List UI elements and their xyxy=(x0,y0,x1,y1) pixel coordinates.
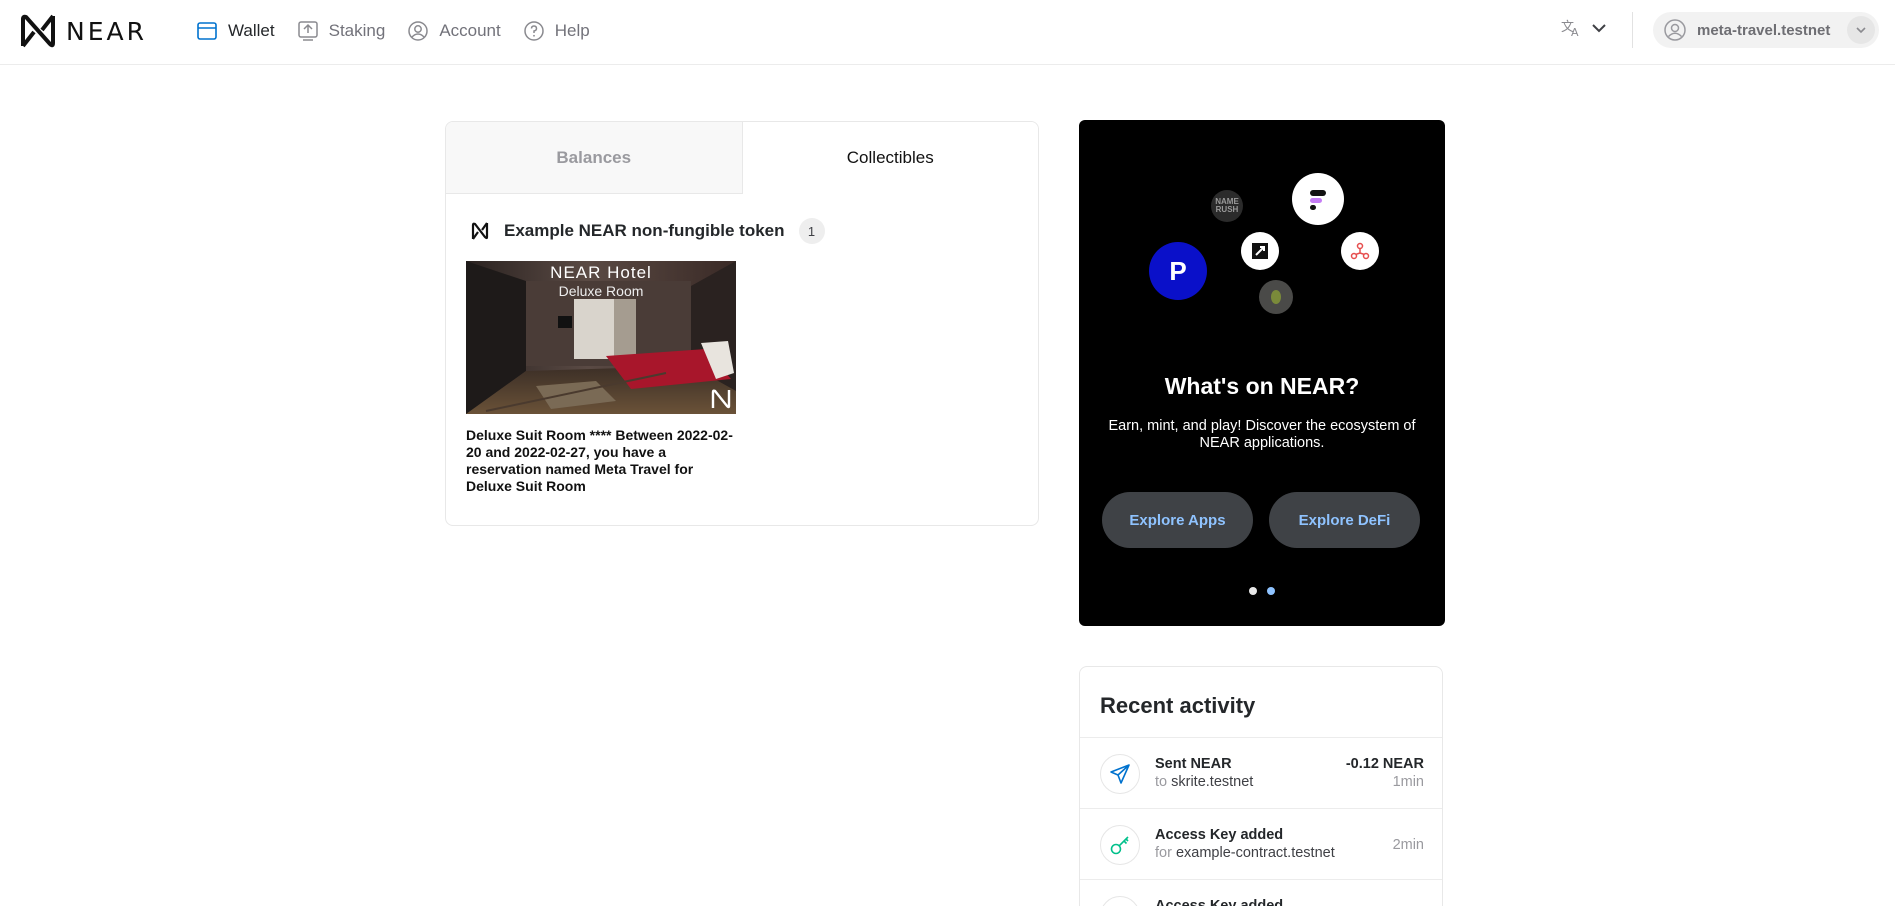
near-logo-mark-icon xyxy=(21,14,55,48)
nav-divider xyxy=(1632,12,1633,48)
carousel-dots xyxy=(1249,587,1275,595)
nav-staking[interactable]: Staking xyxy=(297,18,386,44)
near-logo[interactable]: NEAR xyxy=(20,14,147,48)
activity-row[interactable]: Sent NEAR to skrite.testnet -0.12 NEAR 1… xyxy=(1080,737,1442,808)
avatar-icon xyxy=(1664,19,1686,41)
brand-name: NEAR xyxy=(66,16,147,46)
collection-count-badge: 1 xyxy=(798,218,825,244)
collection-header[interactable]: Example NEAR non-fungible token 1 xyxy=(470,218,825,244)
app-bubble-bird-icon: NAME RUSH xyxy=(1211,190,1243,222)
account-dropdown-toggle[interactable] xyxy=(1847,16,1875,44)
svg-text:A: A xyxy=(1571,26,1579,38)
wallet-card: Balances Collectibles Example NEAR non-f… xyxy=(445,121,1039,526)
explore-apps-button[interactable]: Explore Apps xyxy=(1102,492,1253,548)
main-nav: Wallet Staking Account Help xyxy=(196,18,590,44)
whats-on-near-card: NAME RUSH P What's on NEAR? Earn, mint, a… xyxy=(1079,120,1445,626)
wallet-tabs: Balances Collectibles xyxy=(446,122,1038,194)
carousel-dot-2[interactable] xyxy=(1267,587,1275,595)
language-selector[interactable]: 文 A xyxy=(1561,18,1607,38)
activity-target: example-contract.testnet xyxy=(1175,845,1335,861)
activity-target: skrite.testnet xyxy=(1171,774,1254,790)
carousel-dot-1[interactable] xyxy=(1249,587,1257,595)
staking-icon xyxy=(297,21,318,41)
chevron-down-icon xyxy=(1856,27,1866,34)
nft-image-subtitle: Deluxe Room xyxy=(558,283,644,299)
account-switcher[interactable]: meta-travel.testnet xyxy=(1653,12,1879,48)
near-watermark-icon xyxy=(711,389,731,409)
explore-defi-button[interactable]: Explore DeFi xyxy=(1269,492,1420,548)
app-bubble-avocado-icon xyxy=(1259,280,1293,314)
nav-help-label: Help xyxy=(554,21,590,40)
nav-account-label: Account xyxy=(439,21,501,40)
app-bubble-paras-icon xyxy=(1241,232,1279,270)
activity-subtitle: to skrite.testnet xyxy=(1155,774,1254,790)
top-navigation: NEAR Wallet Staking Account Help 文 A met… xyxy=(0,0,1895,65)
activity-time: 2min xyxy=(1392,837,1424,853)
recent-activity-card: Recent activity Sent NEAR to skrite.test… xyxy=(1079,666,1443,906)
nft-thumbnail[interactable]: NEAR Hotel Deluxe Room xyxy=(466,261,736,414)
tab-collectibles[interactable]: Collectibles xyxy=(742,122,1038,194)
near-collection-icon xyxy=(471,222,489,240)
activity-title: Sent NEAR xyxy=(1155,756,1232,772)
nav-staking-label: Staking xyxy=(328,21,386,40)
chevron-down-icon xyxy=(1592,24,1606,33)
tab-balances[interactable]: Balances xyxy=(446,122,743,194)
nft-description: Deluxe Suit Room **** Between 2022-02-20… xyxy=(466,427,733,494)
activity-row[interactable]: Access Key added xyxy=(1080,879,1442,906)
collection-title: Example NEAR non-fungible token xyxy=(504,221,785,240)
wallet-icon xyxy=(197,22,217,40)
activity-row[interactable]: Access Key added for example-contract.te… xyxy=(1080,808,1442,879)
key-icon xyxy=(1100,825,1140,865)
recent-activity-title: Recent activity xyxy=(1100,693,1256,718)
account-icon xyxy=(408,21,429,41)
nav-help[interactable]: Help xyxy=(523,18,590,44)
activity-title: Access Key added xyxy=(1155,898,1284,906)
activity-title: Access Key added xyxy=(1155,827,1284,843)
account-name: meta-travel.testnet xyxy=(1697,21,1831,39)
help-icon xyxy=(524,21,544,41)
promo-title: What's on NEAR? xyxy=(1164,373,1360,399)
app-bubble-flux-icon xyxy=(1292,173,1344,225)
send-icon xyxy=(1100,754,1140,794)
activity-amount: -0.12 NEAR xyxy=(1345,756,1424,772)
promo-description: Earn, mint, and play! Discover the ecosy… xyxy=(1108,418,1416,451)
nav-wallet-label: Wallet xyxy=(228,21,275,40)
nft-image-title: NEAR Hotel xyxy=(550,263,652,282)
translate-icon: 文 A xyxy=(1561,20,1579,38)
nav-wallet[interactable]: Wallet xyxy=(196,18,275,44)
key-icon xyxy=(1100,896,1140,906)
activity-time: 1min xyxy=(1392,774,1424,790)
nav-account[interactable]: Account xyxy=(407,18,501,44)
activity-subtitle: for example-contract.testnet xyxy=(1155,845,1335,861)
app-bubble-p-icon: P xyxy=(1149,242,1207,300)
app-bubble-ref-icon xyxy=(1341,232,1379,270)
